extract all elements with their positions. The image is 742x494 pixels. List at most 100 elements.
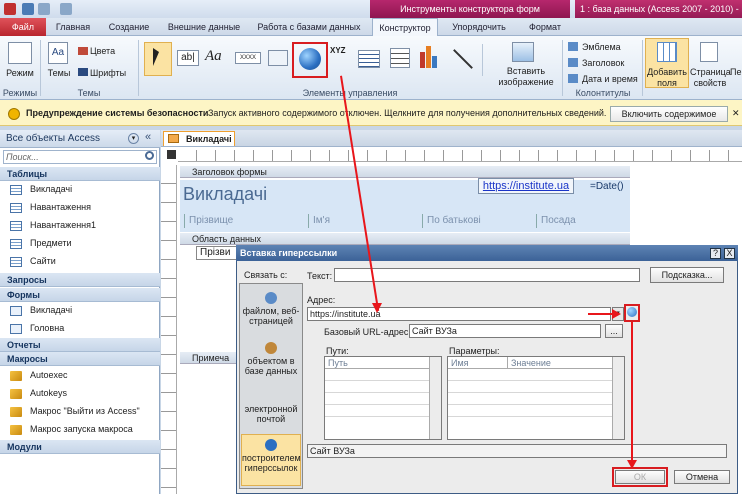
- nav-item-macro[interactable]: Макрос запуска макроса: [0, 421, 160, 438]
- hyperlink-builder-icon: [265, 439, 277, 451]
- nav-collapse-icon[interactable]: «: [145, 131, 151, 143]
- macro-icon: [10, 371, 22, 381]
- list-row: [325, 382, 429, 393]
- tab-arrange[interactable]: Упорядочить: [444, 18, 514, 36]
- nav-category-forms[interactable]: Формы: [0, 288, 160, 302]
- params-scrollbar[interactable]: [612, 357, 624, 439]
- hyperlink-control[interactable]: https://institute.ua: [478, 178, 574, 194]
- tab-control-button[interactable]: [268, 50, 288, 66]
- column-label[interactable]: Посада: [536, 214, 628, 228]
- table-icon: [10, 203, 22, 213]
- more-button[interactable]: Пе: [730, 67, 742, 78]
- paths-scrollbar[interactable]: [429, 357, 441, 439]
- nav-item-macro[interactable]: Макрос "Выйти из Access": [0, 403, 160, 420]
- tab-database-tools[interactable]: Работа с базами данных: [252, 18, 366, 36]
- colors-button[interactable]: Цвета: [90, 46, 126, 57]
- security-warning-message[interactable]: Запуск активного содержимого отключен. Щ…: [208, 108, 606, 118]
- insert-image-icon: [512, 42, 534, 62]
- tab-create[interactable]: Создание: [102, 18, 156, 36]
- link-option-db-object[interactable]: объектом в базе данных: [241, 342, 301, 376]
- close-warning-icon[interactable]: ✕: [732, 108, 740, 119]
- base-url-field[interactable]: Сайт ВУЗа: [409, 324, 601, 338]
- hyperlink-globe-icon[interactable]: [299, 48, 321, 70]
- nav-item-table[interactable]: Навантаження: [0, 199, 160, 216]
- section-footer[interactable]: Примеча: [180, 352, 236, 364]
- nav-category-reports[interactable]: Отчеты: [0, 338, 160, 352]
- list-row: [325, 370, 429, 381]
- button-control-button[interactable]: XXXX: [235, 52, 261, 64]
- date-field[interactable]: =Date(): [590, 181, 624, 192]
- nav-search-input[interactable]: Поиск...: [3, 150, 157, 164]
- insert-image-button[interactable]: Вставить изображение: [494, 66, 558, 88]
- nav-item-macro[interactable]: Autoexec: [0, 367, 160, 384]
- tab-external-data[interactable]: Внешние данные: [162, 18, 246, 36]
- tab-home[interactable]: Главная: [52, 18, 94, 36]
- enable-content-button[interactable]: Включить содержимое: [610, 106, 728, 122]
- macro-icon: [10, 389, 22, 399]
- save-icon[interactable]: [22, 3, 34, 15]
- column-label[interactable]: По батькові: [422, 214, 534, 228]
- link-option-file-webpage[interactable]: файлом, веб-страницей: [241, 292, 301, 326]
- web-page-icon: [265, 292, 277, 304]
- tab-design[interactable]: Конструктор: [372, 18, 438, 36]
- column-label[interactable]: Прізвище: [184, 214, 306, 228]
- horizontal-ruler: [178, 150, 742, 162]
- help-button[interactable]: ?: [710, 248, 721, 259]
- cancel-button[interactable]: Отмена: [674, 470, 730, 484]
- date-time-button[interactable]: Дата и время: [582, 74, 642, 85]
- dialog-title: Вставка гиперссылки: [236, 245, 738, 261]
- section-detail[interactable]: Область данных: [180, 233, 630, 245]
- form-title-label[interactable]: Викладачі: [183, 184, 267, 205]
- nav-category-tables[interactable]: Таблицы: [0, 167, 160, 181]
- browse-web-icon[interactable]: [627, 307, 637, 317]
- security-warning-title: Предупреждение системы безопасности: [26, 108, 209, 118]
- nav-item-table[interactable]: Сайти: [0, 253, 160, 270]
- browse-base-url-button[interactable]: ...: [605, 324, 623, 338]
- heading-button[interactable]: Заголовок: [582, 58, 642, 69]
- gallery-scroll[interactable]: [482, 44, 490, 76]
- undo-icon[interactable]: [38, 3, 50, 15]
- list-row: [325, 406, 429, 417]
- nav-item-macro[interactable]: Autokeys: [0, 385, 160, 402]
- close-button[interactable]: X: [724, 248, 735, 259]
- ok-button[interactable]: ОК: [615, 470, 665, 484]
- option-group-button[interactable]: [358, 50, 380, 68]
- nav-item-form[interactable]: Головна: [0, 320, 160, 337]
- tooltip-button[interactable]: Подсказка...: [650, 267, 724, 283]
- section-form-header[interactable]: Заголовок формы: [180, 166, 630, 178]
- nav-item-form[interactable]: Викладачі: [0, 302, 160, 319]
- tab-file[interactable]: Файл: [0, 18, 46, 36]
- link-option-email[interactable]: электронной почтой: [241, 404, 301, 424]
- nav-dropdown-icon[interactable]: ▾: [128, 133, 139, 144]
- nav-item-table[interactable]: Навантаження1: [0, 217, 160, 234]
- textbox-control-button[interactable]: ab|: [177, 50, 199, 66]
- link-option-label: файлом, веб-страницей: [242, 306, 300, 326]
- fonts-button[interactable]: Шрифты: [90, 68, 132, 79]
- chart-bar-icon: [426, 46, 431, 68]
- nav-category-macros[interactable]: Макросы: [0, 352, 160, 366]
- nav-category-modules[interactable]: Модули: [0, 440, 160, 454]
- link-option-hyperlink-builder[interactable]: построителем гиперссылок: [241, 434, 301, 486]
- paths-column-header: Путь: [325, 357, 429, 369]
- navigation-control-button[interactable]: XYZ: [330, 46, 354, 58]
- macro-icon: [10, 407, 22, 417]
- page-break-button[interactable]: [390, 48, 410, 68]
- group-modes-label: Режимы: [2, 88, 38, 98]
- property-sheet-button[interactable]: Страница свойств: [690, 67, 731, 89]
- tab-format[interactable]: Формат: [520, 18, 570, 36]
- nav-item-table[interactable]: Викладачі: [0, 181, 160, 198]
- address-field[interactable]: https://institute.ua: [307, 307, 611, 321]
- form-selector[interactable]: [167, 150, 176, 159]
- themes-button[interactable]: Темы: [44, 68, 74, 79]
- search-icon[interactable]: [145, 151, 154, 160]
- nav-item-table[interactable]: Предмети: [0, 235, 160, 252]
- nav-item-label: Макрос запуска макроса: [30, 424, 133, 434]
- text-field[interactable]: [334, 268, 640, 282]
- emblem-button[interactable]: Эмблема: [582, 42, 642, 53]
- redo-icon[interactable]: [60, 3, 72, 15]
- label-control-button[interactable]: Aa: [205, 48, 229, 66]
- mode-button[interactable]: Режим: [2, 68, 38, 79]
- nav-category-queries[interactable]: Запросы: [0, 273, 160, 287]
- list-row: [448, 382, 612, 393]
- pointer-icon: [153, 48, 159, 66]
